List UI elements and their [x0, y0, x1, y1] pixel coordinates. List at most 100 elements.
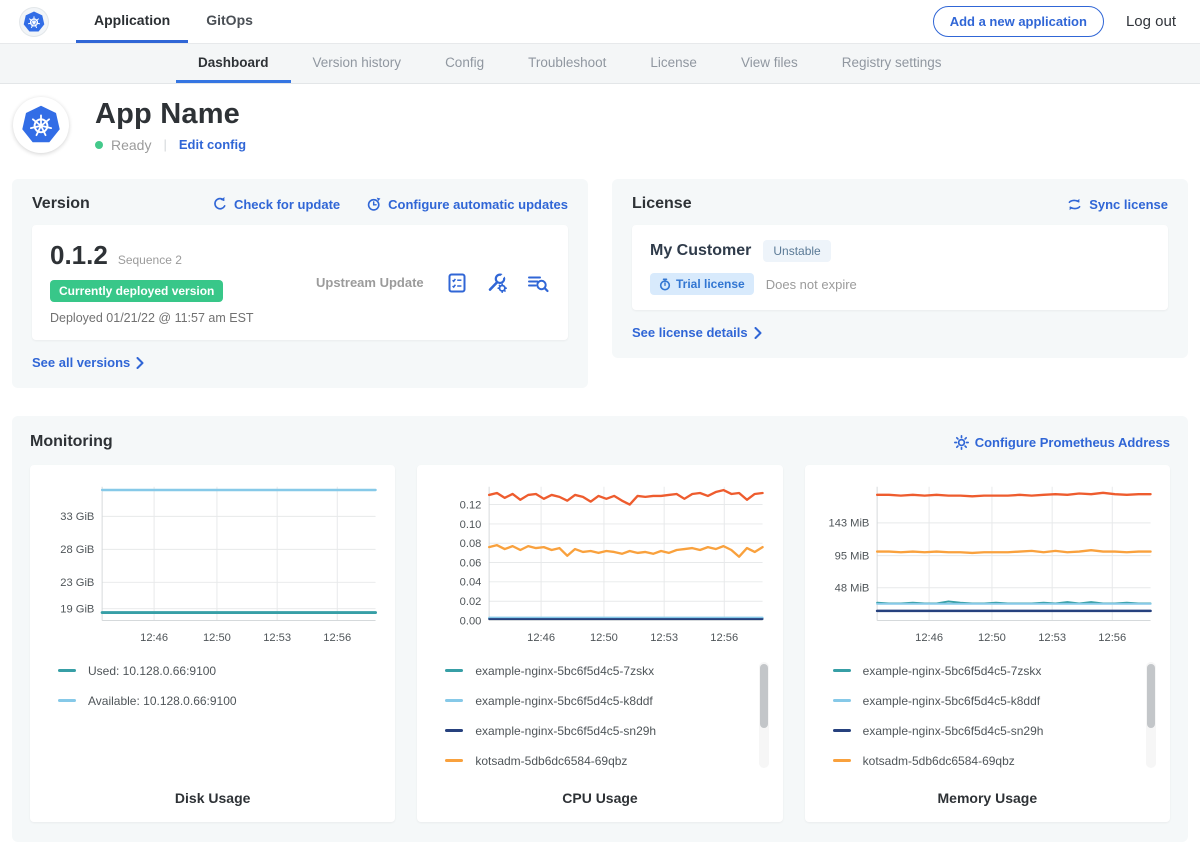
configure-prometheus-link[interactable]: Configure Prometheus Address [954, 435, 1170, 450]
charts-row: 33 GiB28 GiB23 GiB19 GiB12:4612:5012:531… [30, 465, 1170, 822]
stopwatch-icon [659, 278, 671, 291]
legend-swatch [833, 759, 851, 762]
channel-badge: Unstable [763, 240, 830, 262]
cpu-usage-panel: 0.120.100.080.060.040.020.0012:4612:5012… [417, 465, 782, 822]
check-for-update-link[interactable]: Check for update [212, 196, 340, 212]
tab-version-history[interactable]: Version history [291, 44, 424, 83]
subnav-tabs: DashboardVersion historyConfigTroublesho… [176, 44, 964, 83]
legend-label: example-nginx-5bc6f5d4c5-7zskx [863, 664, 1042, 678]
svg-text:19 GiB: 19 GiB [60, 604, 94, 616]
svg-text:12:46: 12:46 [140, 632, 168, 644]
edit-config-link[interactable]: Edit config [179, 137, 246, 152]
see-license-details-link[interactable]: See license details [632, 325, 762, 340]
legend-label: kotsadm-5db6dc6584-69qbz [863, 754, 1015, 768]
svg-text:28 GiB: 28 GiB [60, 544, 94, 556]
svg-text:23 GiB: 23 GiB [60, 577, 94, 589]
gear-icon [954, 435, 969, 450]
topnav-right: Add a new application Log out [933, 0, 1176, 43]
kubernetes-logo [20, 8, 48, 36]
view-logs-icon[interactable] [526, 272, 550, 294]
app-subnav: DashboardVersion historyConfigTroublesho… [0, 44, 1200, 84]
add-new-application-button[interactable]: Add a new application [933, 6, 1104, 37]
configure-prometheus-label: Configure Prometheus Address [975, 435, 1170, 450]
status-label: Ready [111, 137, 151, 153]
tab-view-files[interactable]: View files [719, 44, 820, 83]
customer-name: My Customer [650, 242, 751, 260]
topnav-item-gitops[interactable]: GitOps [188, 0, 271, 43]
legend-item: Used: 10.128.0.66:9100 [58, 664, 369, 678]
tab-config[interactable]: Config [423, 44, 506, 83]
memory-usage-title: Memory Usage [817, 780, 1158, 806]
svg-text:12:56: 12:56 [711, 632, 739, 644]
release-notes-icon[interactable] [446, 272, 468, 294]
svg-text:95 MiB: 95 MiB [834, 551, 869, 563]
trial-license-badge: Trial license [650, 273, 754, 295]
kots-dashboard-page: ApplicationGitOps Add a new application … [0, 0, 1200, 842]
monitoring-title: Monitoring [30, 433, 113, 451]
svg-text:0.00: 0.00 [460, 615, 482, 627]
legend-swatch [833, 699, 851, 702]
version-card-title: Version [32, 195, 90, 213]
legend-item: Available: 10.128.0.66:9100 [58, 694, 369, 708]
version-info: 0.1.2 Sequence 2 Currently deployed vers… [50, 240, 280, 325]
svg-text:12:53: 12:53 [1038, 632, 1066, 644]
configure-automatic-updates-label: Configure automatic updates [388, 197, 568, 212]
legend-swatch [445, 729, 463, 732]
current-version-box: 0.1.2 Sequence 2 Currently deployed vers… [32, 225, 568, 340]
sync-license-link[interactable]: Sync license [1066, 196, 1168, 213]
legend-scrollbar[interactable] [760, 664, 768, 728]
svg-text:12:50: 12:50 [203, 632, 231, 644]
tab-troubleshoot[interactable]: Troubleshoot [506, 44, 628, 83]
legend-label: example-nginx-5bc6f5d4c5-sn29h [475, 724, 656, 738]
svg-text:0.08: 0.08 [460, 538, 482, 550]
logout-button[interactable]: Log out [1126, 13, 1176, 30]
legend-label: example-nginx-5bc6f5d4c5-sn29h [863, 724, 1044, 738]
svg-text:12:46: 12:46 [915, 632, 943, 644]
license-card-head: License Sync license [632, 195, 1168, 213]
monitoring-card: Monitoring Configure Prometheus Address … [12, 416, 1188, 842]
license-card-title: License [632, 195, 692, 213]
check-for-update-label: Check for update [234, 197, 340, 212]
svg-text:12:46: 12:46 [527, 632, 555, 644]
svg-text:0.04: 0.04 [460, 577, 482, 589]
legend-label: example-nginx-5bc6f5d4c5-k8ddf [863, 694, 1040, 708]
version-card-links: Check for update Configure automatic upd… [212, 196, 568, 212]
legend-item: example-nginx-5bc6f5d4c5-k8ddf [445, 694, 756, 708]
topnav-item-application[interactable]: Application [76, 0, 188, 43]
legend-label: example-nginx-5bc6f5d4c5-7zskx [475, 664, 654, 678]
legend-swatch [445, 759, 463, 762]
svg-text:12:56: 12:56 [323, 632, 351, 644]
page-title: App Name [95, 98, 246, 131]
tab-dashboard[interactable]: Dashboard [176, 44, 291, 83]
refresh-icon [212, 196, 228, 212]
see-license-details-label: See license details [632, 325, 748, 340]
monitoring-head: Monitoring Configure Prometheus Address [30, 433, 1170, 451]
legend-swatch [58, 699, 76, 702]
svg-text:0.10: 0.10 [460, 519, 482, 531]
see-all-versions-link[interactable]: See all versions [32, 355, 144, 370]
svg-text:12:56: 12:56 [1098, 632, 1126, 644]
version-card-head: Version Check for update [32, 195, 568, 213]
version-row: 0.1.2 Sequence 2 [50, 240, 280, 271]
legend-scrollbar-track [759, 662, 769, 768]
wrench-gear-config-icon[interactable] [486, 272, 508, 294]
license-details-row: Trial license Does not expire [650, 273, 1150, 295]
memory-usage-chart: 143 MiB95 MiB48 MiB12:4612:5012:5312:56 [817, 477, 1158, 648]
sequence-label: Sequence 2 [118, 253, 182, 267]
version-source-label: Upstream Update [316, 275, 424, 290]
legend-label: Used: 10.128.0.66:9100 [88, 664, 216, 678]
svg-text:12:53: 12:53 [651, 632, 679, 644]
svg-text:48 MiB: 48 MiB [834, 583, 869, 595]
chevron-right-icon [136, 357, 144, 369]
legend-item: example-nginx-5bc6f5d4c5-k8ddf [833, 694, 1144, 708]
legend-swatch [445, 669, 463, 672]
license-card-footer: See license details [632, 324, 1168, 342]
tab-license[interactable]: License [628, 44, 719, 83]
tab-registry-settings[interactable]: Registry settings [820, 44, 964, 83]
kubernetes-logo-icon [21, 105, 61, 145]
legend-swatch [833, 729, 851, 732]
legend-scrollbar-track [1146, 662, 1156, 768]
license-box: My Customer Unstable Trial license Does … [632, 225, 1168, 310]
legend-scrollbar[interactable] [1147, 664, 1155, 728]
configure-automatic-updates-link[interactable]: Configure automatic updates [366, 196, 568, 212]
